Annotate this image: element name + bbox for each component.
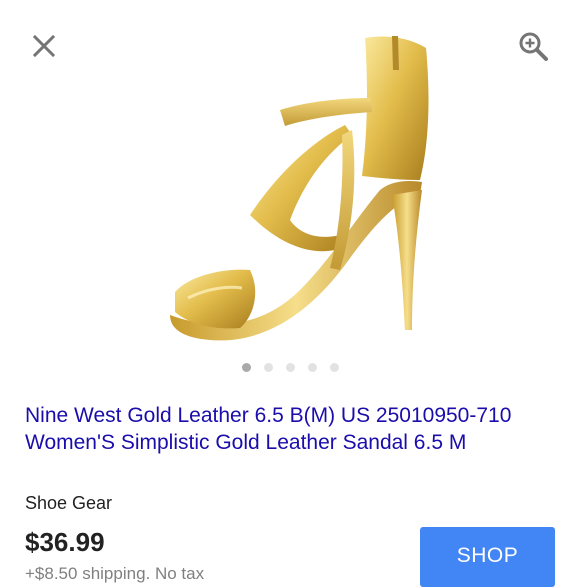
sandal-illustration [170,36,429,341]
shop-button[interactable]: SHOP [420,527,555,587]
carousel-dot[interactable] [329,363,339,372]
carousel-dots[interactable] [0,363,580,375]
merchant-name: Shoe Gear [25,493,113,513]
close-button[interactable] [28,30,60,62]
carousel-dot[interactable] [241,363,251,372]
close-icon [32,34,56,58]
carousel-dot[interactable] [263,363,273,372]
zoom-in-icon [519,32,548,61]
product-image[interactable] [130,30,460,350]
zoom-button[interactable] [515,28,551,64]
carousel-dot[interactable] [307,363,317,372]
shipping-info: +$8.50 shipping. No tax [25,564,205,583]
product-price: $36.99 [25,527,105,557]
carousel-dot[interactable] [285,363,295,372]
product-title[interactable]: Nine West Gold Leather 6.5 B(M) US 25010… [25,402,560,456]
